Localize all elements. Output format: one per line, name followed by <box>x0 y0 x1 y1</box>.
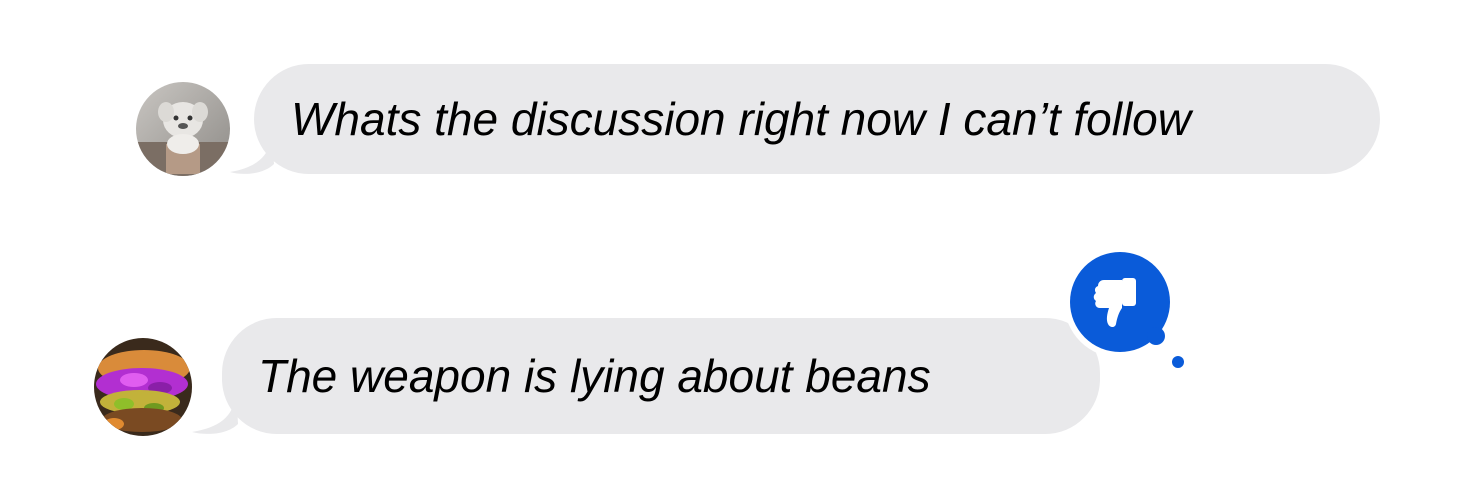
message-text: The weapon is lying about beans <box>258 350 931 402</box>
plush-toy-avatar-icon <box>136 82 230 176</box>
sender-avatar[interactable] <box>136 82 230 176</box>
message-text: Whats the discussion right now I can’t f… <box>291 93 1191 145</box>
sender-avatar[interactable] <box>94 338 192 436</box>
message-bubble[interactable]: Whats the discussion right now I can’t f… <box>254 64 1380 174</box>
thumbs-down-icon <box>1064 246 1188 372</box>
food-sandwich-avatar-icon <box>94 338 192 436</box>
reaction-tapback[interactable] <box>1056 244 1196 374</box>
message-bubble[interactable]: The weapon is lying about beans <box>222 318 1100 434</box>
